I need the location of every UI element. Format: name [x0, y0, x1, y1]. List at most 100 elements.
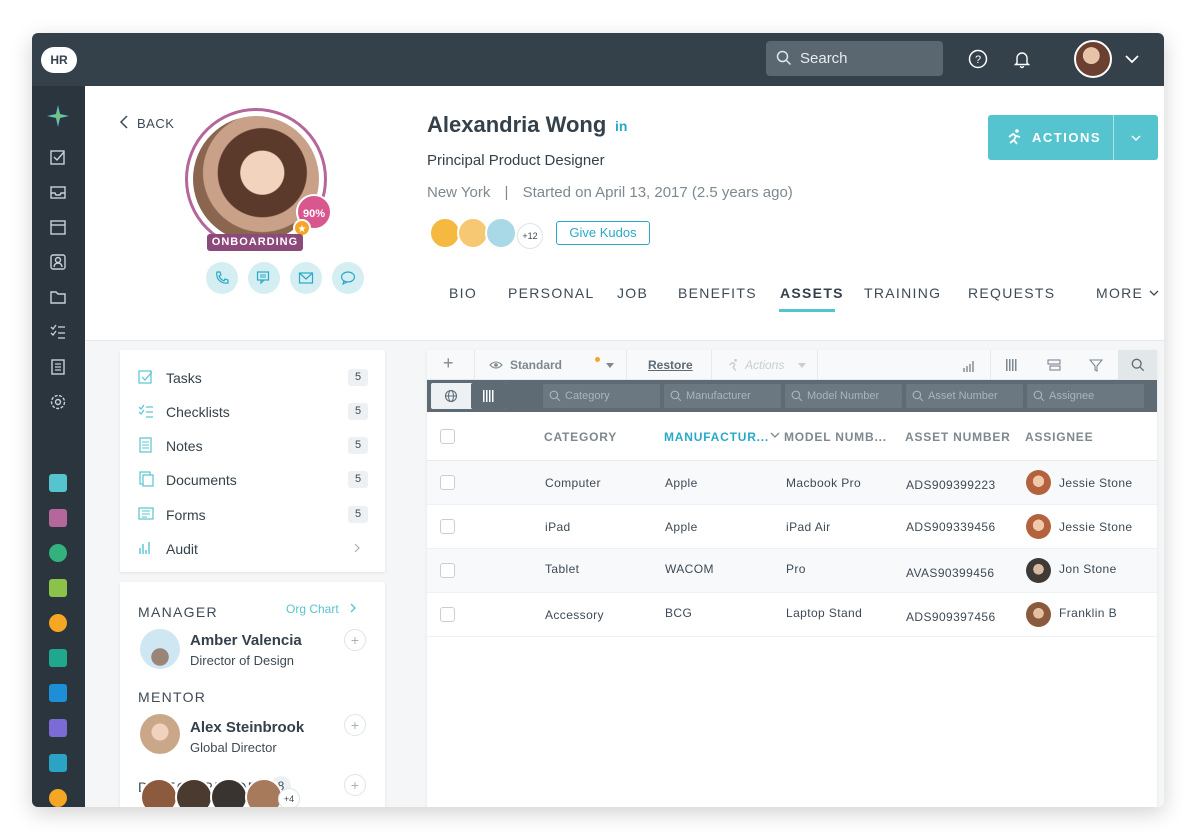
checklist-nav-icon[interactable]: [49, 323, 67, 341]
inbox-nav-icon[interactable]: [49, 183, 67, 201]
documents-icon: [139, 471, 154, 487]
search-icon: [1131, 358, 1145, 372]
caret-down-icon[interactable]: [797, 362, 807, 370]
select-all-checkbox[interactable]: [440, 429, 455, 444]
app-icon-6[interactable]: [49, 649, 67, 667]
settings-nav-icon[interactable]: [49, 393, 67, 411]
chevron-down-icon[interactable]: [1129, 131, 1143, 145]
barcode-toggle[interactable]: [471, 383, 507, 409]
view-selector[interactable]: Standard: [510, 358, 562, 372]
tab-assets[interactable]: ASSETS: [780, 285, 844, 301]
app-icon-2[interactable]: [49, 509, 67, 527]
assets-grid: + Standard Restore Actions Category Manu…: [427, 350, 1157, 807]
actions-button[interactable]: ACTIONS: [988, 115, 1158, 160]
row-checkbox[interactable]: [440, 563, 455, 578]
app-icon-10[interactable]: [49, 789, 67, 807]
mentor-avatar[interactable]: [140, 714, 180, 754]
model-number-filter-input[interactable]: Model Number: [785, 384, 902, 408]
start-date: Started on April 13, 2017 (2.5 years ago…: [522, 184, 793, 201]
app-icon-8[interactable]: [49, 719, 67, 737]
folder-nav-icon[interactable]: [49, 288, 67, 306]
org-chart-label: Org Chart: [286, 602, 339, 616]
sort-desc-icon[interactable]: [770, 432, 780, 440]
app-icon-1[interactable]: [49, 474, 67, 492]
tab-personal[interactable]: PERSONAL: [508, 285, 595, 301]
forms-count: 5: [348, 506, 368, 523]
column-header-assignee[interactable]: ASSIGNEE: [1025, 430, 1093, 444]
linkedin-icon[interactable]: in: [615, 118, 627, 134]
help-icon[interactable]: ?: [966, 47, 990, 71]
barcode-icon[interactable]: [1005, 358, 1019, 372]
table-row[interactable]: iPad Apple iPad Air ADS909339456 Jessie …: [427, 505, 1157, 549]
app-icon-4[interactable]: [49, 579, 67, 597]
table-row[interactable]: Computer Apple Macbook Pro ADS909399223 …: [427, 461, 1157, 505]
asset-number-filter-input[interactable]: Asset Number: [906, 384, 1023, 408]
tab-benefits[interactable]: BENEFITS: [678, 285, 757, 301]
employee-name: Alexandria Wong: [427, 112, 607, 137]
category-filter-input[interactable]: Category: [543, 384, 660, 408]
tab-more[interactable]: MORE: [1096, 285, 1160, 301]
add-asset-button[interactable]: +: [443, 353, 454, 374]
org-chart-link[interactable]: Org Chart: [286, 602, 358, 616]
row-checkbox[interactable]: [440, 475, 455, 490]
view-toggle: [431, 383, 507, 409]
app-icon-9[interactable]: [49, 754, 67, 772]
restore-button[interactable]: Restore: [648, 358, 693, 372]
direct-report-avatar[interactable]: [210, 778, 248, 807]
search-input[interactable]: Search: [766, 41, 943, 76]
brand-star-icon[interactable]: [46, 104, 70, 128]
app-icon-3[interactable]: [49, 544, 67, 562]
person-nav-icon[interactable]: [49, 253, 67, 271]
app-icon-5[interactable]: [49, 614, 67, 632]
bell-icon[interactable]: [1010, 47, 1034, 71]
direct-reports-more[interactable]: +4: [278, 788, 300, 807]
grid-toolbar: + Standard Restore Actions: [427, 350, 1157, 380]
manager-name[interactable]: Amber Valencia: [190, 632, 302, 649]
caret-down-icon[interactable]: [605, 362, 615, 370]
hr-logo[interactable]: HR: [41, 47, 77, 73]
assignee-filter-input[interactable]: Assignee: [1027, 384, 1144, 408]
column-header-asset-number[interactable]: ASSET NUMBER: [905, 430, 1011, 444]
direct-report-avatar[interactable]: [175, 778, 213, 807]
column-header-manufacturer[interactable]: MANUFACTUR...: [664, 430, 769, 444]
grid-actions-button[interactable]: Actions: [745, 358, 784, 372]
add-manager-button[interactable]: +: [344, 629, 366, 651]
app-icon-7[interactable]: [49, 684, 67, 702]
badges-more-count: +12: [517, 223, 543, 249]
tab-requests[interactable]: REQUESTS: [968, 285, 1055, 301]
list-icon[interactable]: [1047, 358, 1061, 372]
table-row[interactable]: Accessory BCG Laptop Stand ADS909397456 …: [427, 593, 1157, 637]
filter-icon[interactable]: [1089, 358, 1103, 372]
tab-training[interactable]: TRAINING: [864, 285, 941, 301]
mentor-name[interactable]: Alex Steinbrook: [190, 719, 304, 736]
row-checkbox[interactable]: [440, 607, 455, 622]
menu-label-checklists: Checklists: [166, 404, 230, 420]
manager-avatar[interactable]: [140, 629, 180, 669]
tasks-count: 5: [348, 369, 368, 386]
document-nav-icon[interactable]: [49, 358, 67, 376]
manager-role: Director of Design: [190, 653, 295, 668]
table-row[interactable]: Tablet WACOM Pro AVAS90399456 Jon Stone: [427, 549, 1157, 593]
tab-job[interactable]: JOB: [617, 285, 648, 301]
bar-chart-icon[interactable]: [962, 359, 976, 373]
row-checkbox[interactable]: [440, 519, 455, 534]
chevron-down-icon[interactable]: [1124, 51, 1140, 67]
direct-report-avatar[interactable]: [245, 778, 283, 807]
user-avatar[interactable]: [1074, 40, 1112, 78]
direct-report-avatar[interactable]: [140, 778, 178, 807]
kudos-label: Give Kudos: [569, 225, 637, 240]
grid-search-button[interactable]: [1118, 350, 1157, 380]
column-header-model-number[interactable]: MODEL NUMB...: [784, 430, 887, 444]
tasks-nav-icon[interactable]: [49, 148, 67, 166]
search-icon: [791, 390, 803, 402]
tab-bio[interactable]: BIO: [449, 285, 477, 301]
cell-asset-number: ADS909397456: [906, 610, 996, 624]
calendar-nav-icon[interactable]: [49, 218, 67, 236]
column-header-category[interactable]: CATEGORY: [544, 430, 617, 444]
give-kudos-button[interactable]: Give Kudos: [556, 221, 650, 245]
manufacturer-filter-input[interactable]: Manufacturer: [664, 384, 781, 408]
checklist-icon: [138, 404, 153, 418]
cell-category: Tablet: [545, 562, 580, 576]
add-mentor-button[interactable]: +: [344, 714, 366, 736]
globe-icon[interactable]: [444, 389, 458, 403]
